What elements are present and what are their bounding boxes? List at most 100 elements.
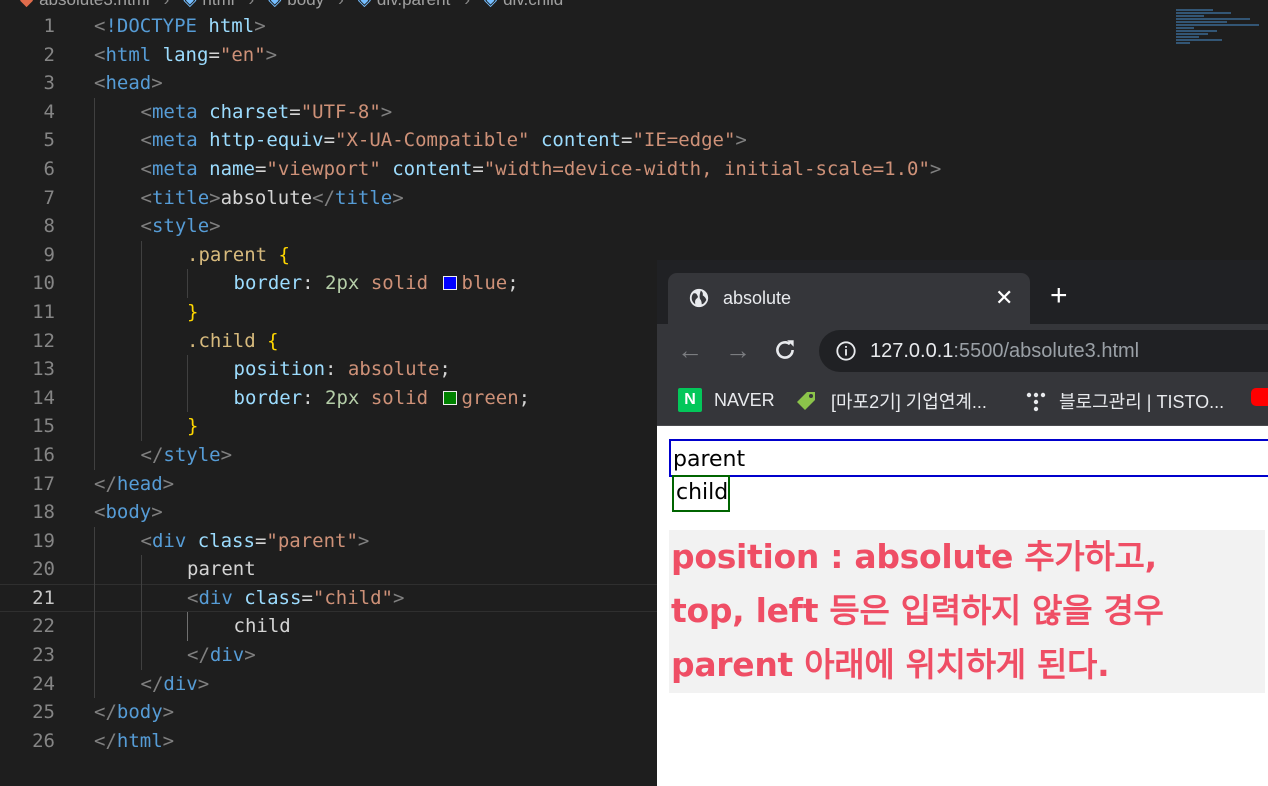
- breadcrumb-item-html[interactable]: ◈html: [183, 0, 234, 9]
- code-token: .child: [187, 329, 256, 352]
- code-token: ;: [507, 272, 519, 295]
- code-line[interactable]: 4 <meta charset="UTF-8">: [0, 97, 1268, 127]
- code-token: meta: [151, 100, 198, 123]
- new-tab-button[interactable]: +: [1050, 281, 1068, 311]
- code-token: div: [209, 644, 245, 667]
- indent-guide: [94, 641, 95, 670]
- code-token: >: [162, 729, 175, 752]
- code-token: <: [140, 157, 152, 180]
- indent-guide: [140, 269, 142, 298]
- code-text: </div>: [187, 641, 256, 670]
- code-text: </head>: [94, 470, 174, 499]
- indent-guide: [94, 383, 95, 413]
- close-icon[interactable]: ✕: [995, 285, 1013, 311]
- line-number: 22: [32, 615, 55, 638]
- code-token: parent: [187, 558, 256, 581]
- code-token: :: [302, 272, 326, 295]
- back-arrow-icon[interactable]: ←: [677, 336, 703, 364]
- browser-window: absolute ✕ + ← → 127.0.0.1:5500/absolute…: [657, 260, 1268, 786]
- tab-absolute[interactable]: absolute ✕: [668, 273, 1030, 324]
- breadcrumb-item-file[interactable]: ◆absolute3.html: [20, 0, 150, 9]
- code-token: html: [105, 43, 152, 66]
- code-text: }: [187, 298, 198, 327]
- reload-icon[interactable]: [772, 337, 798, 363]
- code-line[interactable]: 7 <title>absolute</title>: [0, 183, 1268, 213]
- line-number: 12: [32, 329, 55, 352]
- breadcrumb-item-body[interactable]: ◈body: [268, 0, 324, 9]
- indent-guide: [140, 641, 142, 670]
- code-line[interactable]: 2 <html lang="en">: [0, 41, 1268, 70]
- code-token: >: [254, 15, 266, 37]
- code-token: </: [94, 701, 117, 724]
- code-token: absolute: [347, 358, 440, 381]
- code-token: "X-UA-Compatible": [335, 129, 530, 152]
- code-line[interactable]: 8 <style>: [0, 212, 1268, 241]
- code-line[interactable]: 5 <meta http-equiv="X-UA-Compatible" cont…: [0, 126, 1268, 155]
- code-token: charset: [209, 100, 290, 123]
- address-bar[interactable]: 127.0.0.1:5500/absolute3.html: [819, 330, 1268, 372]
- code-token: style: [163, 443, 221, 466]
- parent-div: parent: [669, 439, 1268, 477]
- code-token: >: [929, 157, 942, 180]
- tag-icon: [797, 392, 815, 410]
- code-token: <: [140, 100, 152, 123]
- bookmark-youtube[interactable]: [1251, 388, 1268, 406]
- indent-guide: [94, 555, 95, 584]
- code-text: border: 2px solid green;: [234, 384, 531, 413]
- code-line[interactable]: 6 <meta name="viewport" content="width=de…: [0, 154, 1268, 184]
- line-number: 10: [32, 272, 55, 295]
- browser-toolbar: ← → 127.0.0.1:5500/absolute3.html: [657, 324, 1268, 380]
- code-text: position: absolute;: [234, 355, 451, 384]
- indent-guide: [187, 355, 188, 384]
- line-number: 21: [32, 586, 55, 609]
- naver-icon: N: [678, 388, 702, 412]
- element-icon: ◈: [268, 0, 281, 9]
- line-number: 16: [32, 443, 55, 466]
- indent-guide: [94, 355, 95, 384]
- code-token: <: [140, 186, 152, 209]
- line-number: 11: [32, 300, 55, 323]
- code-line[interactable]: 3 <head>: [0, 69, 1268, 98]
- element-icon: ◈: [358, 0, 371, 9]
- code-token: html: [208, 15, 255, 37]
- code-text: <body>: [94, 498, 163, 527]
- code-token: =: [254, 157, 267, 180]
- indent-guide: [187, 612, 188, 642]
- line-number: 25: [32, 701, 55, 724]
- line-number: 6: [43, 157, 55, 180]
- color-swatch-icon[interactable]: [443, 390, 458, 405]
- bookmark-mapo[interactable]: [마포2기] 기업연계...: [793, 388, 987, 414]
- indent-guide: [94, 412, 95, 441]
- line-number: 13: [32, 358, 55, 381]
- minimap[interactable]: [1176, 8, 1268, 68]
- bookmark-naver[interactable]: N NAVER: [678, 388, 775, 412]
- code-token: title: [335, 186, 393, 209]
- code-token: "parent": [266, 529, 358, 552]
- code-token: 2px: [325, 272, 360, 295]
- breadcrumb-separator-icon: ›: [164, 0, 170, 9]
- indent-guide: [94, 526, 95, 556]
- code-token: <: [94, 43, 106, 66]
- url-text: 127.0.0.1:5500/absolute3.html: [870, 340, 1140, 362]
- line-number: 23: [32, 644, 55, 667]
- forward-arrow-icon[interactable]: →: [725, 336, 751, 364]
- color-swatch-icon[interactable]: [443, 276, 458, 291]
- breadcrumb-item-div-parent[interactable]: ◈div.parent: [358, 0, 450, 9]
- code-token: >: [151, 72, 163, 95]
- breadcrumb-item-div-child[interactable]: ◈div.child: [484, 0, 563, 9]
- code-token: >: [197, 672, 210, 695]
- code-line[interactable]: 1 <!DOCTYPE html>: [0, 12, 1268, 41]
- bookmark-tistory[interactable]: 블로그관리 | TISTO...: [1025, 388, 1224, 414]
- code-token: ;: [518, 386, 531, 409]
- code-token: </: [140, 443, 164, 466]
- info-icon[interactable]: [835, 340, 857, 362]
- code-token: >: [357, 529, 370, 552]
- indent-guide: [140, 326, 142, 356]
